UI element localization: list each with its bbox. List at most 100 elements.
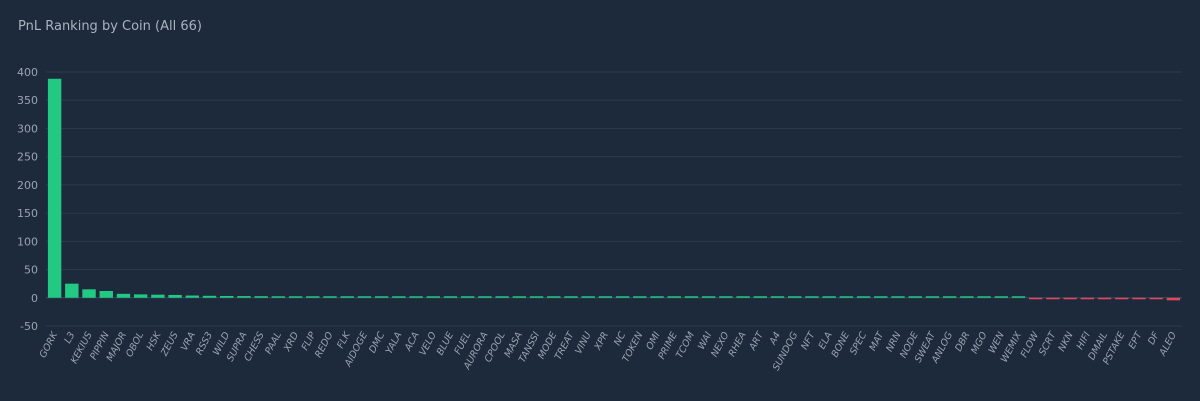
bar-omi[interactable]	[650, 296, 664, 298]
bar-mode[interactable]	[547, 296, 561, 298]
bar-xpr[interactable]	[598, 296, 613, 298]
bar-cpool[interactable]	[495, 296, 509, 298]
bar-gork[interactable]	[47, 78, 62, 298]
bar-vinu[interactable]	[581, 296, 595, 298]
bar-tanssi[interactable]	[529, 296, 544, 298]
bar-xrd[interactable]	[288, 296, 303, 298]
bar-mgo[interactable]	[977, 296, 991, 298]
bar-supra[interactable]	[237, 296, 251, 298]
bar-vra[interactable]	[185, 295, 200, 298]
bar-chess[interactable]	[254, 296, 268, 298]
x-tick-label: MGO	[969, 330, 990, 356]
bar-wai[interactable]	[701, 296, 716, 298]
bar-nc[interactable]	[615, 296, 630, 298]
bar-redo[interactable]	[323, 296, 337, 298]
chart-panel: PnL Ranking by Coin (All 66) -50 0 50 100 15…	[0, 0, 1200, 401]
x-axis-labels: GORK L3KEKIUSPIPPINMAJOROBOLHSKZEUSVRARSS…	[38, 329, 1180, 373]
bar-hsk[interactable]	[151, 294, 165, 298]
x-tick-label: FLOW	[1019, 330, 1042, 360]
bar-obol[interactable]	[133, 294, 148, 298]
bar-dbr[interactable]	[960, 296, 974, 298]
bar-chart: -50 0 50 100 150 200 250 300 350 400 GORK L3KEKIUS…	[17, 66, 1182, 373]
y-tick-label: 400	[17, 66, 38, 79]
bar-token[interactable]	[633, 296, 647, 298]
x-tick-label: VINU	[573, 330, 594, 356]
bar-treat[interactable]	[564, 296, 578, 298]
bar-flow[interactable]	[1028, 297, 1043, 300]
bar-major[interactable]	[116, 293, 131, 298]
bar-nft[interactable]	[805, 296, 819, 298]
bar-velo[interactable]	[426, 296, 440, 298]
bar-anlog[interactable]	[942, 296, 957, 298]
x-tick-label: ALEO	[1157, 330, 1179, 359]
y-tick-label: 350	[17, 94, 38, 107]
bar-l3[interactable]	[65, 283, 79, 298]
bar-scrt[interactable]	[1046, 297, 1060, 300]
bar-paal[interactable]	[271, 296, 286, 298]
bar-ela[interactable]	[822, 296, 836, 298]
y-tick-label: 200	[17, 179, 38, 192]
x-tick-label: XPR	[592, 330, 611, 353]
bar-a4[interactable]	[770, 296, 785, 298]
bar-nexo[interactable]	[719, 296, 733, 298]
bar-fuel[interactable]	[460, 296, 475, 298]
y-tick-label: 250	[17, 151, 38, 164]
bar-pippin[interactable]	[99, 291, 113, 298]
x-tick-label: XRD	[281, 330, 301, 354]
bar-aleo[interactable]	[1166, 297, 1181, 301]
bar-pstake[interactable]	[1115, 297, 1129, 300]
bar-yala[interactable]	[392, 296, 406, 298]
bar-mat[interactable]	[874, 296, 888, 298]
y-tick-label: 50	[24, 264, 38, 277]
bar-rss3[interactable]	[202, 295, 217, 298]
bar-aidoge[interactable]	[357, 296, 372, 298]
bar-nrn[interactable]	[891, 296, 905, 298]
bar-prime[interactable]	[667, 296, 681, 298]
x-tick-label: L3	[62, 330, 77, 345]
bar-nkn[interactable]	[1063, 297, 1077, 300]
bar-df[interactable]	[1149, 297, 1163, 300]
y-tick-label: -50	[20, 320, 38, 333]
x-tick-label: GORK	[38, 330, 61, 360]
bar-wen[interactable]	[994, 296, 1008, 298]
bar-aurora[interactable]	[478, 296, 492, 298]
x-tick-label: NC	[612, 330, 628, 348]
bar-zeus[interactable]	[168, 294, 182, 298]
y-axis-ticks: -50 0 50 100 150 200 250 300 350 400	[17, 66, 38, 333]
bar-aca[interactable]	[409, 296, 423, 298]
bar-ept[interactable]	[1132, 297, 1146, 300]
bar-sweat[interactable]	[925, 296, 940, 298]
bar-node[interactable]	[908, 296, 922, 298]
y-tick-label: 300	[17, 122, 38, 135]
bar-rhea[interactable]	[736, 296, 750, 298]
bar-sundog[interactable]	[788, 296, 802, 298]
x-tick-label: RHEA	[727, 330, 749, 358]
x-tick-label: A4	[767, 330, 783, 347]
x-tick-label: YALA	[384, 330, 405, 356]
bar-blue[interactable]	[443, 296, 458, 298]
bar-art[interactable]	[753, 296, 768, 298]
x-tick-label: REDO	[313, 330, 336, 360]
x-tick-label: ZEUS	[159, 330, 181, 359]
bar-flip[interactable]	[306, 296, 320, 298]
bar-kekius[interactable]	[82, 289, 96, 298]
x-tick-label: NKN	[1056, 330, 1075, 353]
bar-hifi[interactable]	[1080, 297, 1095, 300]
x-tick-label: DF	[1146, 330, 1162, 347]
x-tick-label: BLUE	[435, 330, 456, 357]
x-tick-label: ART	[747, 329, 767, 353]
bar-masa[interactable]	[512, 296, 527, 298]
y-tick-label: 100	[17, 235, 38, 248]
bar-wemix[interactable]	[1011, 296, 1026, 298]
bar-spec[interactable]	[856, 296, 871, 298]
bar-flk[interactable]	[340, 296, 354, 298]
bar-bone[interactable]	[839, 296, 854, 298]
grid-layer	[46, 71, 1182, 327]
y-tick-label: 0	[31, 292, 38, 305]
x-tick-label: SCRT	[1037, 329, 1059, 357]
bar-dmail[interactable]	[1097, 297, 1112, 300]
bar-wild[interactable]	[220, 295, 234, 298]
bar-dmc[interactable]	[374, 296, 389, 298]
x-tick-label: EPT	[1127, 329, 1146, 351]
bar-tcom[interactable]	[684, 296, 699, 298]
